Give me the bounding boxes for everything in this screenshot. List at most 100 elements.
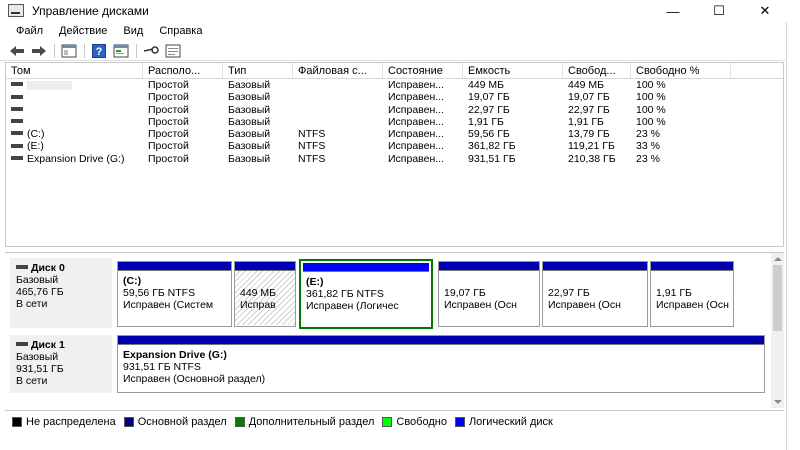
volume-name-cell: (C:): [6, 128, 143, 140]
column-free-percent[interactable]: Свободно %: [631, 63, 731, 78]
volume-name-cell: [6, 91, 143, 103]
scroll-up-icon[interactable]: [774, 257, 782, 261]
forward-icon[interactable]: [30, 43, 48, 59]
table-row[interactable]: Expansion Drive (G:) Простой Базовый NTF…: [6, 153, 783, 165]
legend-free: Свободно: [382, 416, 447, 428]
menu-file[interactable]: Файл: [8, 22, 51, 41]
partition-name: [240, 275, 295, 287]
settings-icon[interactable]: [164, 43, 182, 59]
capacity-cell: 931,51 ГБ: [468, 152, 516, 165]
column-status[interactable]: Состояние: [383, 63, 463, 78]
layout-cell: Простой: [148, 152, 189, 165]
volume-list: Том Располо... Тип Файловая с... Состоян…: [5, 62, 784, 247]
column-free-space[interactable]: Свобод...: [563, 63, 631, 78]
partition-size: 361,82 ГБ NTFS: [306, 288, 384, 300]
back-icon[interactable]: [8, 43, 26, 59]
disk-map-scrollbar[interactable]: [771, 253, 784, 408]
scrollbar-thumb[interactable]: [773, 265, 782, 331]
filesystem-cell: NTFS: [298, 128, 326, 141]
volume-icon: [11, 94, 23, 99]
key-icon[interactable]: [142, 43, 160, 59]
free-percent-cell: 23 %: [636, 128, 660, 141]
table-row[interactable]: Простой Базовый Исправен... 1,91 ГБ 1,91…: [6, 116, 783, 128]
app-icon: [8, 4, 24, 17]
table-row[interactable]: Простой Базовый Исправен... 19,07 ГБ 19,…: [6, 91, 783, 103]
column-volume[interactable]: Том: [6, 63, 143, 78]
partition-status: Исправен (Основной раздел): [123, 373, 266, 385]
legend-swatch: [454, 416, 465, 427]
help-icon[interactable]: ?: [90, 43, 108, 59]
disk-type: Базовый: [16, 351, 59, 363]
column-type[interactable]: Тип: [223, 63, 293, 78]
status-cell: Исправен...: [388, 103, 445, 116]
show-hide-console-tree-icon[interactable]: [60, 43, 78, 59]
status-cell: Исправен...: [388, 79, 445, 91]
free-cell: 1,91 ГБ: [568, 115, 604, 128]
disk-0-info[interactable]: Диск 0 Базовый 465,76 ГБ В сети: [10, 258, 112, 328]
volume-name-cell: [6, 116, 143, 128]
partition-c[interactable]: (C:) 59,56 ГБ NTFS Исправен (Систем: [117, 261, 232, 327]
filesystem-cell: [293, 116, 383, 128]
legend-label: Не распределена: [26, 415, 116, 428]
column-layout[interactable]: Располо...: [143, 63, 223, 78]
partition-unlabeled-1[interactable]: 19,07 ГБ Исправен (Осн: [438, 261, 540, 327]
properties-icon[interactable]: [112, 43, 130, 59]
partition-bar: [651, 262, 733, 271]
filesystem-cell: [293, 104, 383, 116]
scroll-down-icon[interactable]: [774, 400, 782, 404]
maximize-button[interactable]: ☐: [696, 0, 742, 22]
capacity-cell: 361,82 ГБ: [468, 140, 516, 153]
partition-bar: [439, 262, 539, 271]
title-bar: Управление дисками — ☐ ✕: [0, 0, 787, 22]
window-edge: [787, 0, 800, 450]
menu-action[interactable]: Действие: [51, 22, 115, 41]
disk-map: Диск 0 Базовый 465,76 ГБ В сети (C:) 59,…: [5, 252, 784, 408]
window-title: Управление дисками: [32, 4, 149, 18]
partition-bar: [235, 262, 295, 271]
partition-recovery[interactable]: 449 МБ Исправ: [234, 261, 296, 327]
partition-size: 59,56 ГБ NTFS: [123, 287, 196, 299]
layout-cell: Простой: [148, 128, 189, 141]
column-capacity[interactable]: Емкость: [463, 63, 563, 78]
layout-cell: Простой: [148, 140, 189, 153]
partition-name: [548, 275, 647, 287]
type-cell: Базовый: [228, 103, 271, 116]
disk-type: Базовый: [16, 274, 59, 286]
filesystem-cell: [293, 91, 383, 103]
partition-unlabeled-3[interactable]: 1,91 ГБ Исправен (Осн: [650, 261, 734, 327]
volume-name: (E:): [27, 140, 44, 153]
volume-name-cell: (E:): [6, 140, 143, 152]
free-percent-cell: 100 %: [636, 103, 666, 116]
menu-help[interactable]: Справка: [151, 22, 210, 41]
table-row[interactable]: Простой Базовый Исправен... 449 МБ 449 М…: [6, 79, 783, 91]
partition-e[interactable]: (E:) 361,82 ГБ NTFS Исправен (Логичес: [299, 259, 433, 329]
free-percent-cell: 100 %: [636, 91, 666, 104]
disk-title: Диск 0: [31, 262, 65, 274]
table-row[interactable]: (E:) Простой Базовый NTFS Исправен... 36…: [6, 140, 783, 152]
table-row[interactable]: (C:) Простой Базовый NTFS Исправен... 59…: [6, 128, 783, 140]
partition-g[interactable]: Expansion Drive (G:) 931,51 ГБ NTFS Испр…: [117, 335, 765, 393]
filesystem-cell: NTFS: [298, 152, 326, 165]
partition-size: 931,51 ГБ NTFS: [123, 361, 201, 373]
free-cell: 19,07 ГБ: [568, 91, 610, 104]
free-cell: 22,97 ГБ: [568, 103, 610, 116]
column-filesystem[interactable]: Файловая с...: [293, 63, 383, 78]
partition-status: Исправен (Осн: [656, 299, 729, 311]
type-cell: Базовый: [228, 91, 271, 104]
disk-1-info[interactable]: Диск 1 Базовый 931,51 ГБ В сети: [10, 335, 112, 393]
disk-size: 931,51 ГБ: [16, 363, 64, 375]
legend-extended: Дополнительный раздел: [234, 416, 374, 428]
capacity-cell: 1,91 ГБ: [468, 115, 504, 128]
partition-status: Исправен (Логичес: [306, 300, 399, 312]
layout-cell: Простой: [148, 91, 189, 104]
layout-cell: Простой: [148, 115, 189, 128]
menu-bar: Файл Действие Вид Справка: [0, 22, 787, 41]
table-row[interactable]: Простой Базовый Исправен... 22,97 ГБ 22,…: [6, 104, 783, 116]
minimize-button[interactable]: —: [650, 0, 696, 22]
volume-list-header: Том Располо... Тип Файловая с... Состоян…: [6, 63, 783, 79]
close-button[interactable]: ✕: [742, 0, 788, 22]
partition-unlabeled-2[interactable]: 22,97 ГБ Исправен (Осн: [542, 261, 648, 327]
legend-label: Логический диск: [468, 415, 553, 428]
disk-state: В сети: [16, 298, 48, 310]
menu-view[interactable]: Вид: [115, 22, 151, 41]
